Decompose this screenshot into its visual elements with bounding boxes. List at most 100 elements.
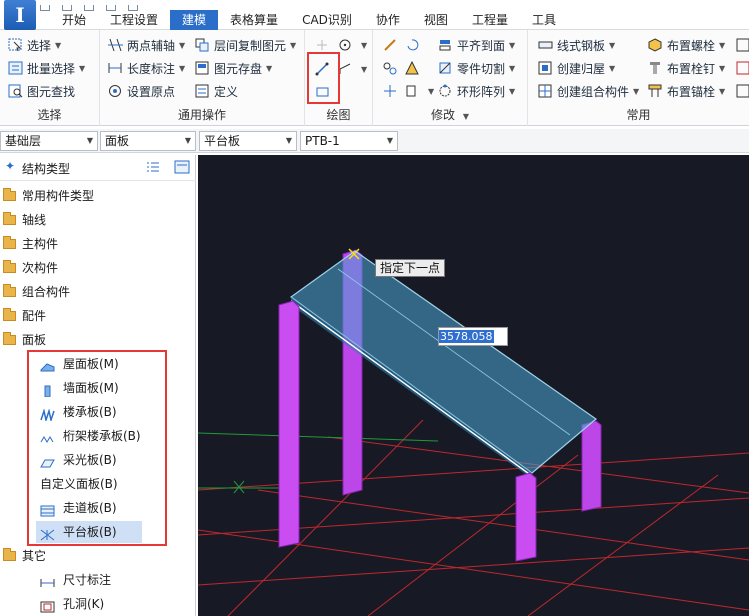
type-select[interactable]: 平台板 ▼: [199, 131, 297, 151]
tree-folder-composite-members[interactable]: 组合构件: [3, 281, 70, 303]
panel-icon: [736, 61, 749, 75]
floor-select[interactable]: 基础层 ▼: [0, 131, 98, 151]
grid-line: [367, 454, 579, 616]
copy-floors-icon: [195, 38, 210, 52]
tab-view[interactable]: 视图: [412, 10, 460, 30]
line-steel-plate-button[interactable]: 线式钢板 ▼: [538, 35, 615, 55]
common-group-title: 常用: [626, 108, 651, 122]
copy-between-floors-button[interactable]: 层间复制图元 ▼: [195, 35, 296, 55]
length-dimension-button[interactable]: 长度标注 ▼: [108, 58, 185, 78]
new-icon[interactable]: [40, 5, 50, 11]
two-point-axis-button[interactable]: 两点辅轴 ▼: [108, 35, 185, 55]
length-input[interactable]: 3578.058: [438, 327, 508, 346]
panel-settings-icon[interactable]: [174, 160, 190, 177]
tab-quantities[interactable]: 工程量: [460, 10, 520, 30]
circle-icon: [338, 38, 353, 52]
tab-start[interactable]: 开始: [50, 10, 98, 30]
chevron-down-icon: ▼: [55, 40, 62, 50]
draw-tools-highlight: [307, 52, 340, 104]
tree-folder-other[interactable]: 其它: [3, 545, 46, 567]
app-logo: I: [4, 0, 36, 30]
axis-icon: [108, 38, 123, 52]
circular-array-button[interactable]: 环形阵列 ▼: [438, 81, 515, 101]
common-ops-group: 两点辅轴 ▼ 长度标注 ▼ 设置原点 层间复制图元 ▼ 图元存盘 ▼ 定义 通用…: [100, 30, 305, 126]
bolt-icon: [648, 38, 663, 52]
overflow-tool-1[interactable]: [736, 35, 749, 55]
chevron-down-icon: ▼: [79, 63, 86, 73]
tab-table-calc[interactable]: 表格算量: [218, 10, 290, 30]
list-view-icon[interactable]: [146, 161, 160, 177]
create-composite-member-button[interactable]: 创建组合构件 ▼: [538, 81, 639, 101]
align-face-icon: [438, 38, 453, 52]
tab-modeling[interactable]: 建模: [170, 10, 219, 30]
tab-tools[interactable]: 工具: [520, 10, 568, 30]
place-bolt-button[interactable]: 布置螺栓 ▼: [648, 35, 725, 55]
brush-icon: [383, 38, 398, 52]
3d-viewport[interactable]: 指定下一点 3578.058: [198, 155, 749, 616]
move-tool-button[interactable]: [383, 81, 402, 101]
rotate-icon: [405, 38, 420, 52]
chevron-down-icon: ▼: [509, 40, 516, 50]
define-icon: [195, 84, 210, 98]
place-anchor-bolt-button[interactable]: 布置锚栓 ▼: [648, 81, 725, 101]
tree-folder-accessories[interactable]: 配件: [3, 305, 46, 327]
store-icon: [195, 61, 210, 75]
chevron-down-icon: ▼: [509, 63, 516, 73]
modify-group: ▼ 平齐到面 ▼ 零件切割 ▼ 环形阵列 ▼ 修改 ▼: [373, 30, 528, 126]
mirror-tool-button[interactable]: [383, 58, 402, 78]
column-front-right[interactable]: [515, 472, 537, 562]
selector-bar: 基础层 ▼ 面板 ▼ 平台板 ▼ PTB-1 ▼: [0, 129, 749, 153]
composite-icon: [538, 84, 553, 98]
mirror-icon: [383, 61, 398, 75]
member-select[interactable]: PTB-1 ▼: [300, 131, 398, 151]
save-element-button[interactable]: 图元存盘 ▼: [195, 58, 272, 78]
folder-icon: [3, 284, 16, 297]
chevron-down-icon: ▼: [184, 136, 191, 145]
tree-folder-common-types[interactable]: 常用构件类型: [3, 185, 94, 207]
column-front-left[interactable]: [278, 300, 300, 548]
find-element-button[interactable]: 图元查找: [8, 81, 75, 101]
chevron-down-icon: ▼: [428, 86, 435, 96]
set-origin-button[interactable]: 设置原点: [108, 81, 175, 101]
place-stud-button[interactable]: 布置栓钉 ▼: [648, 58, 725, 78]
tab-cad-recognition[interactable]: CAD识别: [290, 10, 364, 30]
tree-item-dimension[interactable]: 尺寸标注: [40, 569, 111, 591]
common-ops-group-title: 通用操作: [177, 108, 226, 122]
batch-select-button[interactable]: 批量选择 ▼: [8, 58, 85, 78]
create-attribution-button[interactable]: 创建归屋 ▼: [538, 58, 615, 78]
cut-icon: [438, 61, 453, 75]
chevron-down-icon[interactable]: ▼: [463, 112, 469, 121]
anchor-bolt-icon: [648, 84, 663, 98]
tab-project-settings[interactable]: 工程设置: [98, 10, 170, 30]
select-button[interactable]: 选择 ▼: [8, 35, 61, 55]
brush-tool-button[interactable]: [383, 35, 402, 55]
platform-slab[interactable]: [289, 250, 597, 474]
circular-array-icon: [438, 84, 453, 98]
title-bar: I 开始 工程设置 建模 表格算量 CAD识别 协作 视图 工程量 工具: [0, 0, 749, 30]
chevron-down-icon: ▼: [179, 40, 186, 50]
stud-icon: [648, 61, 663, 75]
panel-items-highlight: [27, 350, 167, 546]
tree-item-hole[interactable]: 孔洞(K): [40, 593, 104, 615]
tree-folder-panels[interactable]: 面板: [3, 329, 46, 351]
align-to-face-button[interactable]: 平齐到面 ▼: [438, 35, 515, 55]
rotate-tool-button[interactable]: [405, 35, 424, 55]
category-select[interactable]: 面板 ▼: [100, 131, 196, 151]
tree-folder-secondary-members[interactable]: 次构件: [3, 257, 58, 279]
viewport-scene[interactable]: [198, 155, 749, 616]
offset-icon: [405, 60, 420, 75]
column-back-right[interactable]: [581, 420, 602, 512]
define-button[interactable]: 定义: [195, 81, 238, 101]
part-cut-button[interactable]: 零件切割 ▼: [438, 58, 515, 78]
layer-icon: [736, 84, 749, 98]
tree-folder-main-members[interactable]: 主构件: [3, 233, 58, 255]
select-group: 选择 ▼ 批量选择 ▼ 图元查找 选择: [0, 30, 100, 126]
tab-collaboration[interactable]: 协作: [364, 10, 412, 30]
draw-arc-button[interactable]: ▼: [338, 59, 367, 79]
overflow-tool-3[interactable]: [736, 81, 749, 101]
copy-tool-button[interactable]: ▼: [405, 81, 434, 101]
tree-folder-axis[interactable]: 轴线: [3, 209, 46, 231]
draw-circle-button[interactable]: ▼: [338, 35, 367, 55]
overflow-tool-2[interactable]: [736, 58, 749, 78]
offset-tool-button[interactable]: [405, 58, 424, 78]
